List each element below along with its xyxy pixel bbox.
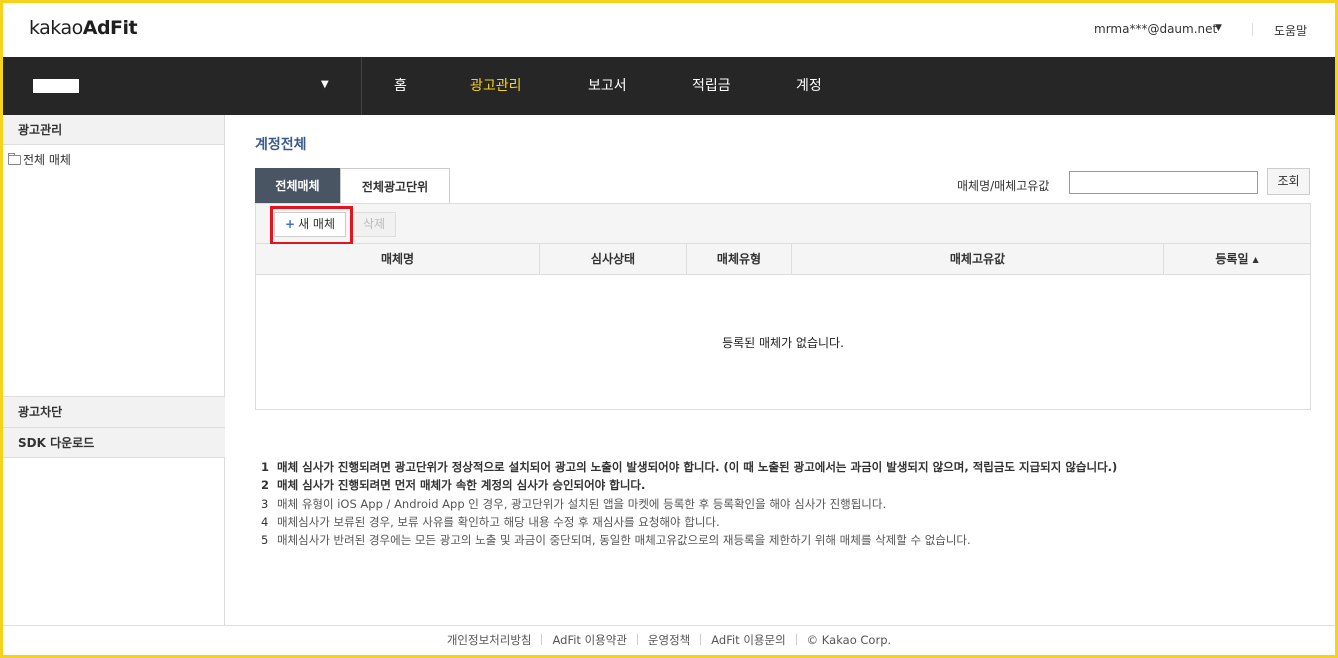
footer-privacy-link[interactable]: 개인정보처리방침	[447, 633, 532, 647]
tree-item-all-media[interactable]: 전체 매체	[8, 153, 71, 167]
logo[interactable]: kakaoAdFit	[29, 17, 138, 39]
nav-account[interactable]: 계정	[796, 57, 822, 115]
search-input[interactable]	[1069, 171, 1258, 194]
sidebar-item-ad-block[interactable]: 광고차단	[3, 396, 225, 427]
footer-divider	[541, 634, 543, 645]
tab-all-ad-units[interactable]: 전체광고단위	[340, 168, 450, 204]
sidebar-tree: 전체 매체	[3, 145, 224, 395]
plus-icon: +	[285, 217, 296, 231]
footer-copyright: © Kakao Corp.	[806, 633, 892, 647]
notice-item: 2 매체 심사가 진행되려면 먼저 매체가 속한 계정의 심사가 승인되어야 합니…	[261, 478, 646, 493]
nav-ad-management[interactable]: 광고관리	[470, 57, 522, 115]
header-divider	[1252, 23, 1253, 36]
help-link[interactable]: 도움말	[1274, 22, 1307, 39]
column-reg-date-label: 등록일	[1215, 252, 1249, 266]
footer-divider	[636, 634, 638, 645]
top-header: kakaoAdFit mrma***@daum.net ▼ 도움말	[3, 3, 1335, 57]
account-name-redacted	[33, 79, 79, 93]
sidebar-section-title: 광고관리	[3, 115, 224, 145]
media-table: + 새 매체 삭제 매체명 심사상태 매체유형 매체고유값 등록일 ▲ 등록된 매체…	[255, 203, 1311, 410]
empty-message: 등록된 매체가 없습니다.	[722, 336, 844, 350]
account-email[interactable]: mrma***@daum.net	[1094, 22, 1217, 36]
main-nav: ▼ 홈 광고관리 보고서 적립금 계정	[3, 57, 1335, 115]
nav-balance[interactable]: 적립금	[692, 57, 731, 115]
column-media-id[interactable]: 매체고유값	[792, 244, 1164, 275]
column-media-type[interactable]: 매체유형	[687, 244, 792, 275]
table-toolbar: + 새 매체 삭제	[256, 204, 1310, 245]
sidebar: 광고관리 전체 매체 광고차단 SDK 다운로드	[3, 115, 225, 625]
notice-list: 1 매체 심사가 진행되려면 광고단위가 정상적으로 설치되어 광고의 노출이 발…	[261, 458, 1117, 549]
sidebar-item-sdk-download[interactable]: SDK 다운로드	[3, 427, 225, 458]
notice-item: 5 매체심사가 반려된 경우에는 모든 광고의 노출 및 과금이 중단되며, 동일…	[261, 533, 971, 548]
search-button[interactable]: 조회	[1267, 168, 1310, 195]
column-media-name[interactable]: 매체명	[256, 244, 540, 275]
notice-item: 1 매체 심사가 진행되려면 광고단위가 정상적으로 설치되어 광고의 노출이 발…	[261, 460, 1118, 474]
table-header: 매체명 심사상태 매체유형 매체고유값 등록일 ▲	[256, 244, 1310, 275]
notice-item: 3 매체 유형이 iOS App / Android App 인 경우, 광고단위…	[261, 496, 887, 511]
footer-divider	[700, 634, 702, 645]
app-window: kakaoAdFit mrma***@daum.net ▼ 도움말 ▼ 홈 광고…	[3, 3, 1335, 655]
column-review-status[interactable]: 심사상태	[540, 244, 687, 275]
search-label: 매체명/매체고유값	[957, 179, 1050, 193]
account-selector[interactable]: ▼	[3, 57, 362, 115]
caret-down-icon[interactable]: ▼	[1215, 23, 1222, 33]
footer-policy-link[interactable]: 운영정책	[648, 633, 690, 647]
chevron-down-icon: ▼	[321, 79, 329, 90]
footer-terms-link[interactable]: AdFit 이용약관	[552, 633, 626, 647]
footer: 개인정보처리방침 AdFit 이용약관 운영정책 AdFit 이용문의 © Kakao …	[3, 625, 1335, 655]
column-reg-date[interactable]: 등록일 ▲	[1164, 244, 1310, 275]
delete-button[interactable]: 삭제	[352, 212, 396, 237]
footer-inquiry-link[interactable]: AdFit 이용문의	[711, 633, 785, 647]
new-media-label: 새 매체	[298, 217, 335, 231]
tab-all-media[interactable]: 전체매체	[255, 168, 340, 204]
nav-reports[interactable]: 보고서	[588, 57, 627, 115]
page-title: 계정전체	[255, 137, 307, 153]
folder-icon	[8, 153, 21, 165]
nav-home[interactable]: 홈	[394, 57, 407, 115]
footer-divider	[795, 634, 797, 645]
notice-item: 4 매체심사가 보류된 경우, 보류 사유를 확인하고 해당 내용 수정 후 재심…	[261, 514, 720, 529]
new-media-button[interactable]: + 새 매체	[274, 212, 346, 237]
sort-asc-icon: ▲	[1252, 255, 1259, 264]
tree-item-label: 전체 매체	[23, 153, 71, 167]
